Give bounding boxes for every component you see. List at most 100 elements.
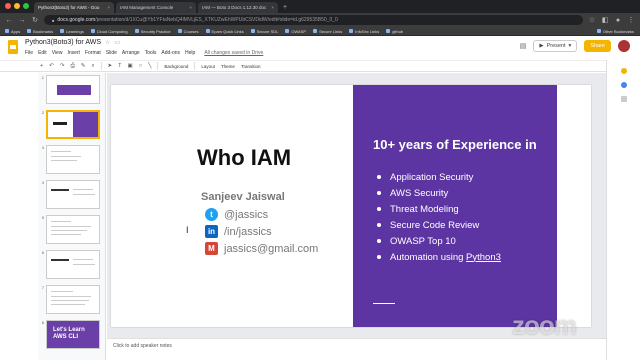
text-box-icon[interactable]: T (118, 63, 121, 69)
tasks-icon[interactable] (620, 82, 627, 88)
bookmark-item[interactable]: Security Practice (134, 29, 171, 34)
back-icon[interactable]: ← (5, 17, 13, 24)
text-cursor-icon: I (186, 225, 189, 235)
toolbar-divider (100, 62, 102, 70)
share-button[interactable]: Share (584, 40, 611, 52)
present-button[interactable]: ▶ Present ▾ (533, 40, 578, 52)
list-item: Application Security (373, 169, 501, 185)
reload-icon[interactable]: ↻ (31, 16, 39, 24)
slide-thumbnail[interactable] (46, 215, 100, 244)
undo-icon[interactable]: ↶ (49, 63, 54, 69)
add-on-icon[interactable] (620, 96, 627, 102)
bullet-icon (377, 223, 381, 227)
speaker-name[interactable]: Sanjeev Jaiswal (201, 191, 285, 203)
bookmark-item[interactable]: InfoSec Links (349, 29, 379, 34)
slide-thumbnail[interactable] (46, 75, 100, 104)
thumbnail-row: 4 (38, 178, 105, 213)
thumbnail-row: 1 (38, 73, 105, 108)
browser-tab-slides[interactable]: Python3(Boto3) for AWS - Goo × (34, 2, 114, 13)
menu-help[interactable]: Help (185, 50, 195, 56)
move-folder-icon[interactable]: ▭ (114, 39, 120, 46)
bookmark-item[interactable]: Courses (177, 29, 199, 34)
bookmark-item[interactable]: Secure Links (313, 29, 342, 34)
menu-tools[interactable]: Tools (145, 50, 157, 56)
speaker-notes-field[interactable]: Click to add speaker notes (107, 338, 606, 360)
twitter-contact[interactable]: t @jassics (205, 208, 268, 221)
close-tab-icon[interactable]: × (107, 5, 110, 10)
slide-thumbnail[interactable]: Let's Learn AWS CLI (46, 320, 100, 349)
folder-icon (60, 29, 65, 33)
star-bookmark-icon[interactable]: ☆ (588, 16, 596, 24)
email-contact[interactable]: M jassics@gmail.com (205, 242, 318, 255)
url-input[interactable]: ■ docs.google.com/presentation/d/1XCu@Yb… (44, 15, 583, 25)
lock-icon: ■ (52, 17, 55, 23)
star-icon[interactable]: ☆ (105, 39, 110, 46)
avatar[interactable] (618, 40, 630, 52)
slide-title[interactable]: Who IAM (197, 145, 291, 171)
new-tab-icon[interactable]: + (283, 2, 287, 13)
bookmark-item[interactable]: Apps (5, 29, 20, 34)
image-icon[interactable]: ▣ (128, 63, 133, 69)
print-icon[interactable]: ⎙ (70, 63, 74, 70)
python3-link[interactable]: Python3 (466, 252, 501, 263)
profile-icon[interactable]: ● (614, 17, 622, 24)
browser-tab-boto3[interactable]: IAM — Boto 3 Docs 1.12.30 doc × (198, 2, 278, 13)
header-actions: ▤ ▶ Present ▾ Share (520, 40, 630, 52)
folder-icon (285, 29, 290, 33)
maximize-window-icon[interactable] (23, 3, 29, 9)
menu-edit[interactable]: Edit (38, 50, 47, 56)
add-slide-icon[interactable]: + (40, 63, 43, 69)
browser-tab-iam[interactable]: IAM Management Console × (116, 2, 196, 13)
redo-icon[interactable]: ↷ (60, 63, 65, 69)
close-window-icon[interactable] (5, 3, 11, 9)
transition-button[interactable]: Transition (241, 64, 261, 69)
menu-icon[interactable]: ⋮ (627, 16, 635, 24)
saved-status[interactable]: All changes saved in Drive (204, 50, 263, 56)
menu-insert[interactable]: Insert (67, 50, 80, 56)
experience-list[interactable]: Application Security AWS Security Threat… (373, 169, 501, 265)
keep-icon[interactable] (620, 68, 627, 74)
bookmark-item[interactable]: Epam Quick Links (205, 29, 244, 34)
current-slide[interactable]: Who IAM Sanjeev Jaiswal t @jassics in /i… (111, 85, 591, 327)
close-tab-icon[interactable]: × (271, 5, 274, 10)
bookmark-item[interactable]: Secure SDL (250, 29, 278, 34)
slide-thumbnail[interactable] (46, 180, 100, 209)
line-icon[interactable]: ╲ (148, 63, 151, 69)
menu-file[interactable]: File (25, 50, 33, 56)
extensions-icon[interactable]: ◧ (601, 16, 609, 24)
slide-thumbnail[interactable] (46, 285, 100, 314)
slide-thumbnail[interactable] (46, 145, 100, 174)
toolbar-divider (157, 62, 159, 70)
minimize-window-icon[interactable] (14, 3, 20, 9)
window-controls[interactable] (5, 3, 29, 9)
background-button[interactable]: Background (164, 64, 188, 69)
other-bookmarks[interactable]: Other Bookmarks (596, 29, 634, 34)
address-bar-row: ← → ↻ ■ docs.google.com/presentation/d/1… (0, 13, 640, 27)
comments-icon[interactable]: ▤ (520, 42, 527, 50)
menu-arrange[interactable]: Arrange (122, 50, 140, 56)
slides-logo-icon[interactable] (8, 40, 18, 54)
theme-button[interactable]: Theme (221, 64, 235, 69)
bookmark-item[interactable]: Learnings (60, 29, 84, 34)
slide-canvas[interactable]: Who IAM Sanjeev Jaiswal t @jassics in /i… (107, 73, 606, 338)
experience-title[interactable]: 10+ years of Experience in (373, 137, 537, 152)
linkedin-contact[interactable]: in /in/jassics (205, 225, 272, 238)
bookmark-item[interactable]: Cloud Computing (90, 29, 128, 34)
menu-addons[interactable]: Add-ons (161, 50, 180, 56)
doc-title[interactable]: Python3(Boto3) for AWS (25, 39, 101, 46)
slide-thumbnail[interactable] (46, 250, 100, 279)
forward-icon[interactable]: → (18, 17, 26, 24)
menu-format[interactable]: Format (85, 50, 101, 56)
layout-button[interactable]: Layout (201, 64, 215, 69)
shape-icon[interactable]: ○ (139, 63, 142, 69)
menu-view[interactable]: View (52, 50, 63, 56)
slide-thumbnail-selected[interactable] (46, 110, 100, 139)
bookmark-item[interactable]: Bookmarks (27, 29, 53, 34)
menu-slide[interactable]: Slide (106, 50, 117, 56)
close-tab-icon[interactable]: × (189, 5, 192, 10)
bookmark-item[interactable]: OWASP (285, 29, 306, 34)
zoom-icon[interactable]: ⌕ (91, 63, 94, 70)
select-cursor-icon[interactable]: ➤ (108, 63, 113, 69)
bookmark-item[interactable]: github (386, 29, 403, 34)
paint-format-icon[interactable]: ✎ (81, 63, 86, 69)
